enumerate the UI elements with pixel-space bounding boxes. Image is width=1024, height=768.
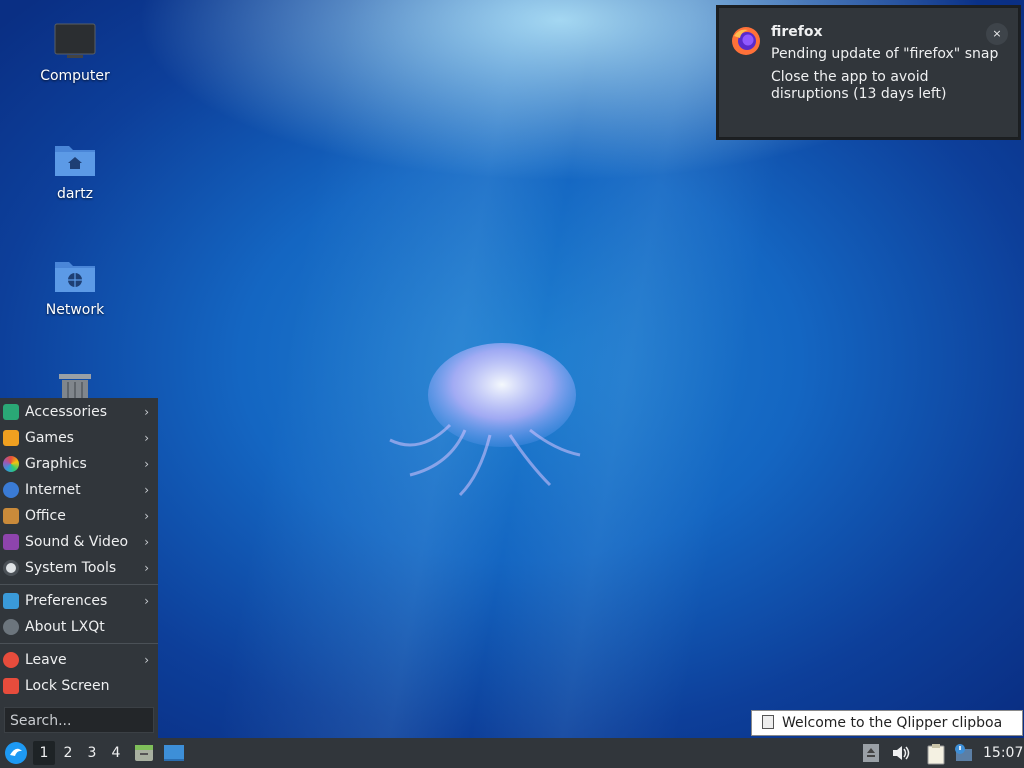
chevron-right-icon: › bbox=[144, 457, 149, 471]
notification-popup[interactable]: firefox Pending update of "firefox" snap… bbox=[718, 7, 1019, 138]
graphics-icon bbox=[3, 456, 19, 472]
menu-item-office[interactable]: Office › bbox=[0, 503, 158, 529]
menu-category-list: Accessories › Games › Graphics › Interne… bbox=[0, 399, 158, 581]
desktop-icon-home[interactable]: dartz bbox=[20, 140, 130, 202]
clipboard-tray-icon[interactable] bbox=[926, 743, 946, 765]
menu-item-accessories[interactable]: Accessories › bbox=[0, 399, 158, 425]
chevron-right-icon: › bbox=[144, 483, 149, 497]
menu-item-internet[interactable]: Internet › bbox=[0, 477, 158, 503]
desktop-icon-label: Network bbox=[45, 302, 105, 318]
taskbar: 1 2 3 4 15:07 bbox=[0, 738, 1024, 768]
desktop-icon-label: Computer bbox=[40, 68, 110, 84]
system-tools-icon bbox=[3, 560, 19, 576]
home-folder-icon bbox=[55, 146, 95, 176]
menu-item-label: Games bbox=[25, 430, 74, 446]
desktop-switch-1[interactable]: 1 bbox=[33, 741, 55, 765]
volume-icon[interactable] bbox=[891, 743, 911, 763]
accessories-icon bbox=[3, 404, 19, 420]
desktop-icon-network[interactable]: Network bbox=[20, 256, 130, 318]
computer-icon bbox=[54, 23, 96, 58]
update-notifier-icon[interactable] bbox=[952, 743, 974, 763]
chevron-right-icon: › bbox=[144, 405, 149, 419]
clock[interactable]: 15:07 bbox=[983, 738, 1023, 768]
menu-item-games[interactable]: Games › bbox=[0, 425, 158, 451]
chevron-right-icon: › bbox=[144, 594, 149, 608]
clipboard-icon bbox=[762, 715, 774, 729]
preferences-icon bbox=[3, 593, 19, 609]
notification-line1: Pending update of "firefox" snap bbox=[771, 46, 999, 62]
removable-media-icon[interactable] bbox=[862, 743, 880, 763]
menu-item-label: Sound & Video bbox=[25, 534, 129, 550]
about-icon bbox=[3, 619, 19, 635]
desktop-switch-2[interactable]: 2 bbox=[57, 741, 79, 765]
menu-item-graphics[interactable]: Graphics › bbox=[0, 451, 158, 477]
internet-icon bbox=[3, 482, 19, 498]
menu-item-sound-video[interactable]: Sound & Video › bbox=[0, 529, 158, 555]
menu-item-label: Graphics bbox=[25, 456, 87, 472]
menu-item-lock-screen[interactable]: Lock Screen bbox=[0, 673, 158, 699]
desktop-icon-computer[interactable]: Computer bbox=[20, 22, 130, 84]
menu-item-label: Office bbox=[25, 508, 66, 524]
menu-item-label: Preferences bbox=[25, 593, 108, 609]
file-manager-icon[interactable] bbox=[134, 743, 154, 763]
desktop-icon-label: dartz bbox=[56, 186, 94, 202]
leave-icon bbox=[3, 652, 19, 668]
notification-body: Pending update of "firefox" snap Close t… bbox=[771, 46, 1001, 109]
menu-item-label: System Tools bbox=[25, 560, 117, 576]
tooltip-text: Welcome to the Qlipper clipboa bbox=[782, 715, 1003, 731]
start-menu: Accessories › Games › Graphics › Interne… bbox=[0, 398, 158, 738]
sound-video-icon bbox=[3, 534, 19, 550]
menu-separator bbox=[0, 643, 158, 644]
firefox-icon bbox=[732, 27, 760, 55]
chevron-right-icon: › bbox=[144, 535, 149, 549]
menu-item-label: About LXQt bbox=[25, 619, 105, 635]
qlipper-tooltip: Welcome to the Qlipper clipboa bbox=[751, 710, 1023, 736]
games-icon bbox=[3, 430, 19, 446]
lock-icon bbox=[3, 678, 19, 694]
office-icon bbox=[3, 508, 19, 524]
menu-search-input[interactable]: Search... bbox=[4, 707, 154, 733]
menu-item-label: Internet bbox=[25, 482, 81, 498]
menu-item-leave[interactable]: Leave › bbox=[0, 647, 158, 673]
menu-item-about-lxqt[interactable]: About LXQt bbox=[0, 614, 158, 640]
network-folder-icon bbox=[55, 262, 95, 292]
menu-separator bbox=[0, 584, 158, 585]
chevron-right-icon: › bbox=[144, 509, 149, 523]
show-desktop-icon[interactable] bbox=[163, 743, 185, 763]
menu-item-preferences[interactable]: Preferences › bbox=[0, 588, 158, 614]
chevron-right-icon: › bbox=[144, 561, 149, 575]
start-menu-button[interactable] bbox=[3, 740, 29, 766]
menu-item-label: Leave bbox=[25, 652, 67, 668]
desktop-switch-4[interactable]: 4 bbox=[105, 741, 127, 765]
chevron-right-icon: › bbox=[144, 431, 149, 445]
menu-item-system-tools[interactable]: System Tools › bbox=[0, 555, 158, 581]
notification-line2: Close the app to avoid disruptions (13 d… bbox=[771, 69, 947, 102]
trash-icon bbox=[59, 374, 91, 400]
desktop-switch-3[interactable]: 3 bbox=[81, 741, 103, 765]
notification-close-button[interactable]: × bbox=[986, 23, 1008, 45]
menu-item-label: Lock Screen bbox=[25, 678, 110, 694]
menu-item-label: Accessories bbox=[25, 404, 108, 420]
chevron-right-icon: › bbox=[144, 653, 149, 667]
notification-title: firefox bbox=[771, 24, 823, 40]
wallpaper-jellyfish bbox=[389, 343, 581, 497]
